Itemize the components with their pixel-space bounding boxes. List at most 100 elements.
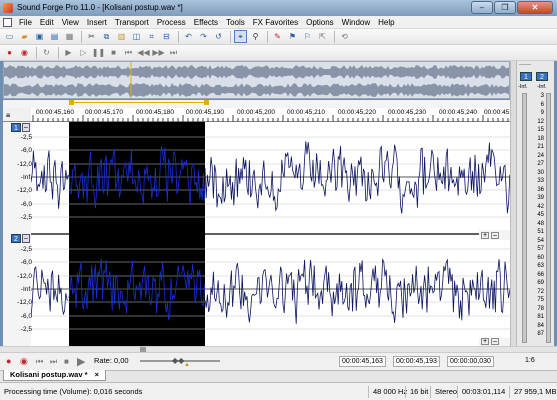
horizontal-scrollbar[interactable] xyxy=(0,347,557,353)
edit-tool-icon[interactable]: ⌖ xyxy=(234,30,247,43)
menu-options[interactable]: Options xyxy=(302,18,338,27)
menu-insert[interactable]: Insert xyxy=(83,18,111,27)
go-end-icon[interactable]: ⏭ xyxy=(167,46,180,59)
minimize-button[interactable]: – xyxy=(471,1,493,14)
selection-end-field[interactable]: 00:00:45,193 xyxy=(393,356,440,367)
scroll-thumb[interactable] xyxy=(140,347,146,352)
meter-scale-label: 30 xyxy=(537,169,544,176)
menu-process[interactable]: Process xyxy=(153,18,190,27)
save-icon[interactable]: ▣ xyxy=(33,30,46,43)
stop-icon[interactable]: ■ xyxy=(64,357,69,366)
magnify-tool-icon[interactable]: ⚲ xyxy=(249,30,262,43)
rate-marker-icon: ▲ xyxy=(184,362,190,368)
menu-view[interactable]: View xyxy=(58,18,83,27)
channel-1-collapse-button[interactable]: – xyxy=(22,123,30,132)
zoom-out-button[interactable]: – xyxy=(491,338,499,345)
meter-scale-label: 45 xyxy=(537,212,544,218)
new-icon[interactable]: ▭ xyxy=(3,30,16,43)
rewind-icon[interactable]: ◀◀ xyxy=(137,46,150,59)
meter-bar-right xyxy=(546,93,551,343)
status-sample-rate[interactable]: 48 000 Hz xyxy=(368,386,407,398)
envelope-tool-icon[interactable]: ⚑ xyxy=(286,30,299,43)
y-scale-label: -Inf. xyxy=(20,174,32,181)
mix-icon[interactable]: ◫ xyxy=(130,30,143,43)
waveform-view[interactable]: 1 – -2,5 -6,0 -12,0 -Inf. -12,0 -6,0 -2,… xyxy=(3,122,511,346)
stop-icon[interactable]: ■ xyxy=(107,46,120,59)
menu-file[interactable]: File xyxy=(15,18,36,27)
go-start-icon[interactable]: ⏮ xyxy=(122,46,135,59)
overview-bar[interactable] xyxy=(3,61,510,99)
trim-icon[interactable]: ⊟ xyxy=(160,30,173,43)
play-icon[interactable]: ▷ xyxy=(77,46,90,59)
status-channels[interactable]: Stereo xyxy=(430,386,457,398)
meter-scale-label: 51 xyxy=(537,229,544,235)
close-button[interactable]: ✕ xyxy=(517,1,553,14)
marker-bar[interactable] xyxy=(3,100,510,108)
meter-scale-label: 3 xyxy=(540,93,544,99)
pause-icon[interactable]: ❚❚ xyxy=(92,46,105,59)
save-all-icon[interactable]: ▤ xyxy=(48,30,61,43)
record-arm-icon[interactable]: ◉ xyxy=(18,46,31,59)
menu-fx-favorites[interactable]: FX Favorites xyxy=(249,18,302,27)
go-end-icon[interactable]: ⏭ xyxy=(50,357,57,367)
paste-icon[interactable]: ▥ xyxy=(115,30,128,43)
menu-tools[interactable]: Tools xyxy=(222,18,249,27)
selection-length-field[interactable]: 00:00:00,030 xyxy=(447,356,494,367)
y-scale-label: -6,0 xyxy=(20,201,32,208)
zoom-out-button[interactable]: – xyxy=(491,232,499,239)
record-arm-icon[interactable]: ◉ xyxy=(20,356,28,367)
zoom-in-button[interactable]: + xyxy=(481,232,489,239)
meter-scale-label: 18 xyxy=(537,135,544,142)
maximize-button[interactable]: ❐ xyxy=(494,1,516,14)
zoom-in-button[interactable]: + xyxy=(481,338,489,345)
channel-2-collapse-button[interactable]: – xyxy=(22,234,30,243)
snap-icon[interactable]: ⇱ xyxy=(316,30,329,43)
undo-icon[interactable]: ↶ xyxy=(182,30,195,43)
cut-icon[interactable]: ✂ xyxy=(85,30,98,43)
document-icon[interactable] xyxy=(3,17,12,27)
rate-slider-thumb-icon[interactable]: ◆◆ xyxy=(172,356,184,365)
meter-channel-2-button[interactable]: 2 xyxy=(536,72,548,81)
crop-icon[interactable]: ⌗ xyxy=(145,30,158,43)
menu-window[interactable]: Window xyxy=(338,18,374,27)
loop-playback-icon[interactable]: ↻ xyxy=(40,46,53,59)
channel-1-button[interactable]: 1 xyxy=(11,123,21,132)
redo-icon[interactable]: ↷ xyxy=(197,30,210,43)
pencil-tool-icon[interactable]: ✎ xyxy=(271,30,284,43)
menu-help[interactable]: Help xyxy=(374,18,398,27)
repeat-icon[interactable]: ↺ xyxy=(212,30,225,43)
document-tab[interactable]: Kolisani postup.wav * × xyxy=(3,370,106,381)
record-icon[interactable]: ● xyxy=(3,46,16,59)
play-all-icon[interactable]: ▶ xyxy=(62,46,75,59)
menu-transport[interactable]: Transport xyxy=(111,18,153,27)
menu-edit[interactable]: Edit xyxy=(36,18,58,27)
y-scale-label: -12,0 xyxy=(17,161,32,168)
forward-icon[interactable]: ▶▶ xyxy=(152,46,165,59)
meter-scale-label: 9 xyxy=(540,110,544,116)
meter-bar-left xyxy=(522,93,527,343)
tab-close-icon[interactable]: × xyxy=(95,370,99,379)
lock-icon[interactable]: 🔒︎ xyxy=(6,110,10,120)
loop-icon[interactable]: ⟲ xyxy=(338,30,351,43)
title-bar: Sound Forge Pro 11.0 - [Kolisani postup.… xyxy=(0,0,557,16)
properties-icon[interactable]: ▦ xyxy=(63,30,76,43)
copy-icon[interactable]: ⧉ xyxy=(100,30,113,43)
standard-toolbar: ▭ ▰ ▣ ▤ ▦ ✂ ⧉ ▥ ◫ ⌗ ⊟ ↶ ↷ ↺ ⌖ ⚲ ✎ ⚑ ⚐ ⇱ … xyxy=(0,29,557,45)
selection-start-field[interactable]: 00:00:45,163 xyxy=(339,356,386,367)
record-icon[interactable]: ● xyxy=(6,356,11,366)
meter-scale-label: 69 xyxy=(537,280,544,286)
meter-scale-label: 63 xyxy=(537,263,544,269)
time-ruler[interactable]: 00:00:45,160 00:00:45,170 00:00:45,180 0… xyxy=(3,108,522,122)
meter-scale-label: 33 xyxy=(537,178,544,184)
menu-effects[interactable]: Effects xyxy=(190,18,222,27)
waveform-canvas[interactable] xyxy=(3,122,511,346)
channel-2-button[interactable]: 2 xyxy=(11,234,21,243)
go-start-icon[interactable]: ⏮ xyxy=(36,357,43,367)
meter-scale-label: 60 xyxy=(537,254,544,261)
event-tool-icon[interactable]: ⚐ xyxy=(301,30,314,43)
play-icon[interactable]: ▶ xyxy=(77,355,85,368)
ruler-corner: 🔒︎ xyxy=(3,108,31,122)
meter-channel-1-button[interactable]: 1 xyxy=(520,72,532,81)
status-bit-depth[interactable]: 16 bit xyxy=(405,386,428,398)
open-icon[interactable]: ▰ xyxy=(18,30,31,43)
